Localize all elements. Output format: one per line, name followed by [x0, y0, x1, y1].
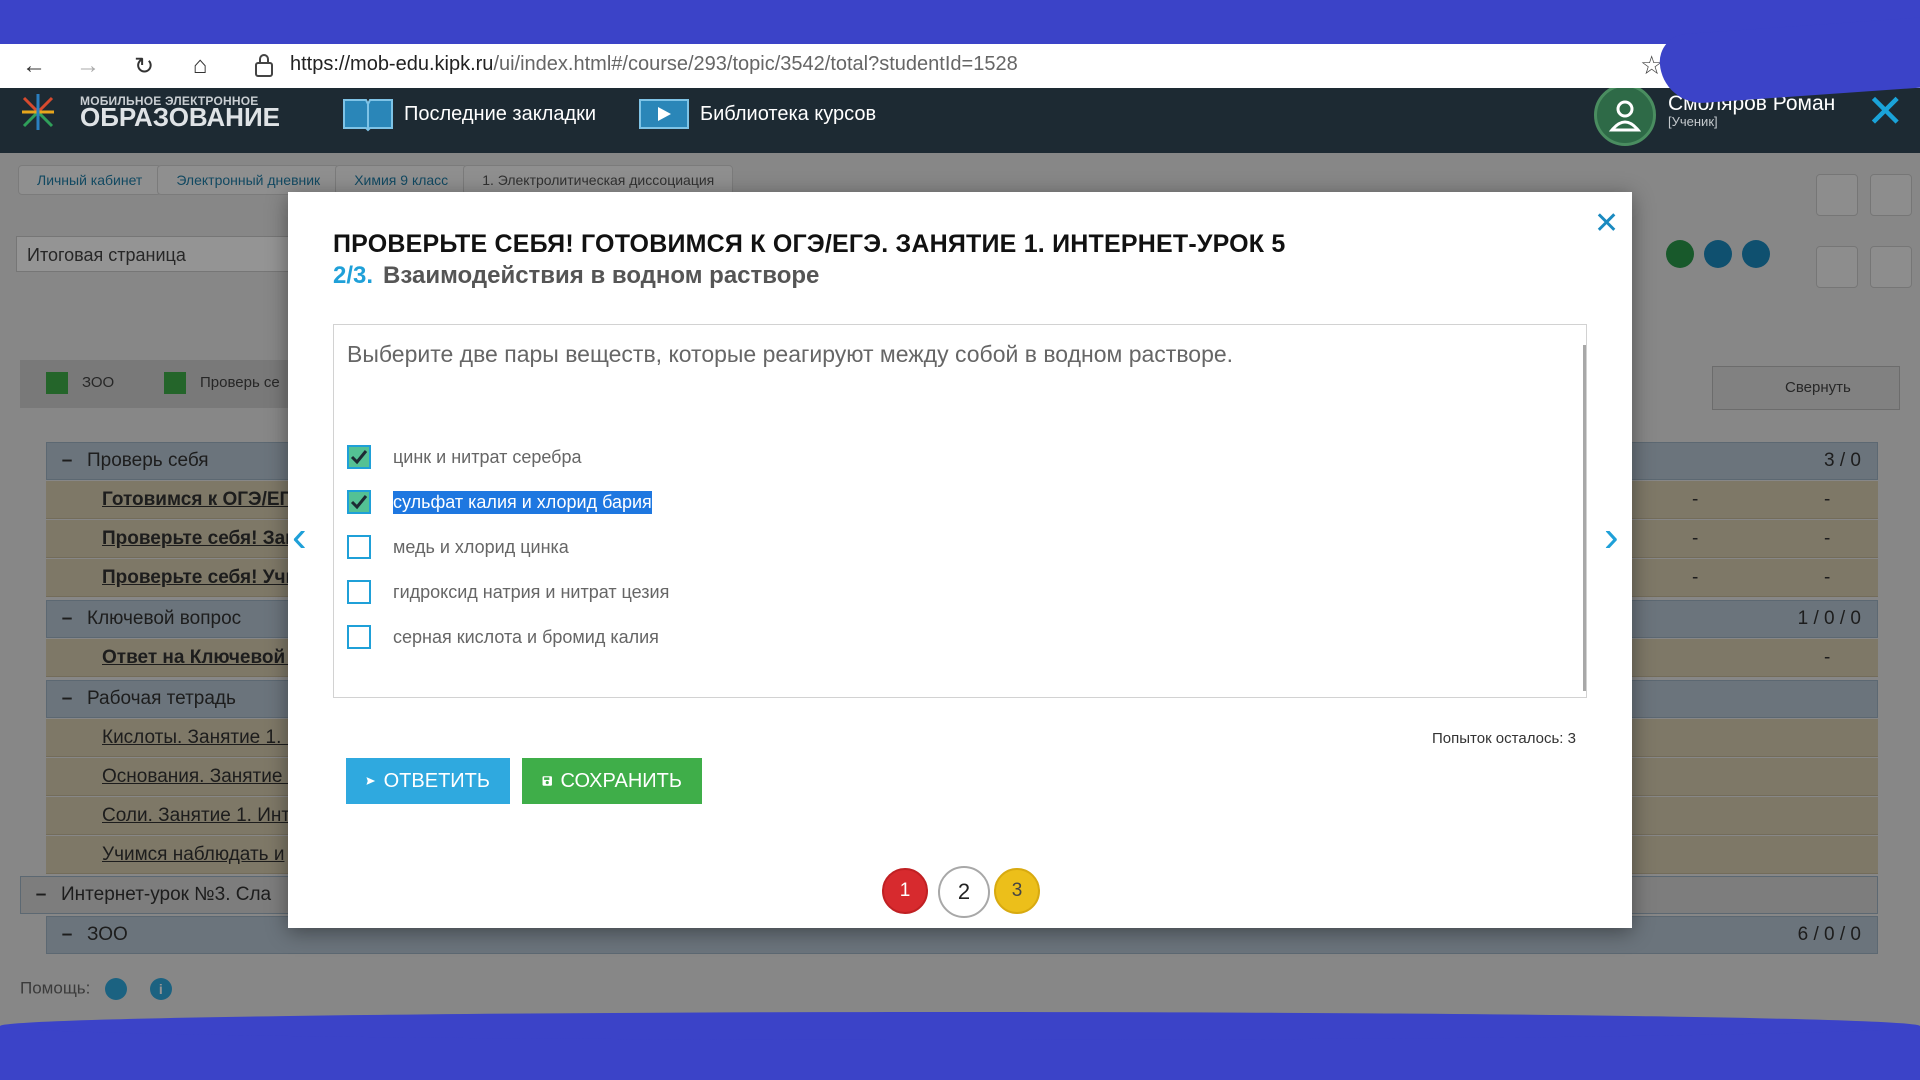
nav-bookmarks[interactable]: Последние закладки: [342, 96, 596, 132]
option-label: серная кислота и бромид калия: [393, 626, 659, 647]
reload-icon[interactable]: ↻: [126, 48, 162, 84]
modal-title: ПРОВЕРЬТЕ СЕБЯ! ГОТОВИМСЯ К ОГЭ/ЕГЭ. ЗАН…: [333, 230, 1286, 258]
user-icon: [1608, 100, 1642, 132]
question-page-2[interactable]: 2: [938, 866, 990, 918]
save-icon: [542, 776, 552, 786]
redaction-scribble-top: [0, 0, 1920, 44]
nav-bookmarks-label: Последние закладки: [404, 102, 597, 125]
option-label: цинк и нитрат серебра: [393, 446, 582, 467]
answer-option[interactable]: цинк и нитрат серебра: [347, 445, 582, 469]
redaction-scribble-bottom: [0, 1012, 1920, 1080]
home-icon[interactable]: ⌂: [182, 48, 218, 84]
save-button[interactable]: СОХРАНИТЬ: [522, 758, 702, 804]
address-bar[interactable]: https://mob-edu.kipk.ru/ui/index.html#/c…: [290, 53, 1018, 76]
book-icon: [343, 99, 393, 132]
checkbox[interactable]: [347, 625, 371, 649]
check-icon: [350, 450, 368, 465]
question-modal: ✕ ПРОВЕРЬТЕ СЕБЯ! ГОТОВИМСЯ К ОГЭ/ЕГЭ. З…: [288, 192, 1632, 928]
checkbox[interactable]: [347, 535, 371, 559]
answer-button[interactable]: ОТВЕТИТЬ: [346, 758, 510, 804]
app-close-icon[interactable]: ✕: [1866, 88, 1905, 134]
question-subtitle: 2/3. Взаимодействия в водном растворе: [333, 262, 819, 290]
user-role: [Ученик]: [1668, 114, 1718, 129]
next-question-icon[interactable]: ›: [1604, 512, 1619, 562]
nav-library-label: Библиотека курсов: [700, 102, 877, 125]
answer-option[interactable]: гидроксид натрия и нитрат цезия: [347, 580, 669, 604]
answer-button-label: ОТВЕТИТЬ: [383, 769, 490, 792]
avatar[interactable]: [1594, 84, 1656, 146]
video-library-icon: [639, 99, 689, 129]
question-page-3[interactable]: 3: [994, 868, 1040, 914]
nav-library[interactable]: Библиотека курсов: [638, 96, 876, 132]
option-label: медь и хлорид цинка: [393, 536, 569, 557]
logo-big-text: ОБРАЗОВАНИЕ: [80, 102, 280, 132]
save-button-label: СОХРАНИТЬ: [560, 769, 682, 792]
checkbox[interactable]: [347, 580, 371, 604]
prev-question-icon[interactable]: ‹: [292, 512, 307, 562]
question-text: Выберите две пары веществ, которые реаги…: [347, 341, 1234, 367]
url-host: https://mob-edu.kipk.ru: [290, 53, 494, 75]
send-icon: [366, 777, 376, 785]
app-header: МОБИЛЬНОЕ ЭЛЕКТРОННОЕ ОБРАЗОВАНИЕ Послед…: [0, 84, 1920, 153]
browser-toolbar: ← → ↻ ⌂ https://mob-edu.kipk.ru/ui/index…: [0, 44, 1920, 88]
option-label: сульфат калия и хлорид бария: [393, 490, 652, 514]
url-path: /ui/index.html#/course/293/topic/3542/to…: [493, 53, 1018, 75]
lock-icon: [255, 54, 273, 77]
attempts-left: Попыток осталось: 3: [1432, 730, 1576, 747]
logo-icon: [22, 94, 54, 130]
check-icon: [350, 495, 368, 510]
option-label: гидроксид натрия и нитрат цезия: [393, 581, 670, 602]
answer-option[interactable]: медь и хлорид цинка: [347, 535, 569, 559]
answer-option[interactable]: серная кислота и бромид калия: [347, 625, 659, 649]
answer-option[interactable]: сульфат калия и хлорид бария: [347, 490, 652, 514]
back-icon[interactable]: ←: [16, 48, 52, 84]
checkbox[interactable]: [347, 445, 371, 469]
question-topic: Взаимодействия в водном растворе: [383, 262, 820, 289]
question-box: Выберите две пары веществ, которые реаги…: [333, 324, 1587, 698]
question-page-1[interactable]: 1: [882, 868, 928, 914]
forward-icon[interactable]: →: [70, 48, 106, 84]
question-number: 2/3.: [333, 262, 374, 289]
checkbox[interactable]: [347, 490, 371, 514]
modal-close-icon[interactable]: ✕: [1594, 206, 1619, 241]
